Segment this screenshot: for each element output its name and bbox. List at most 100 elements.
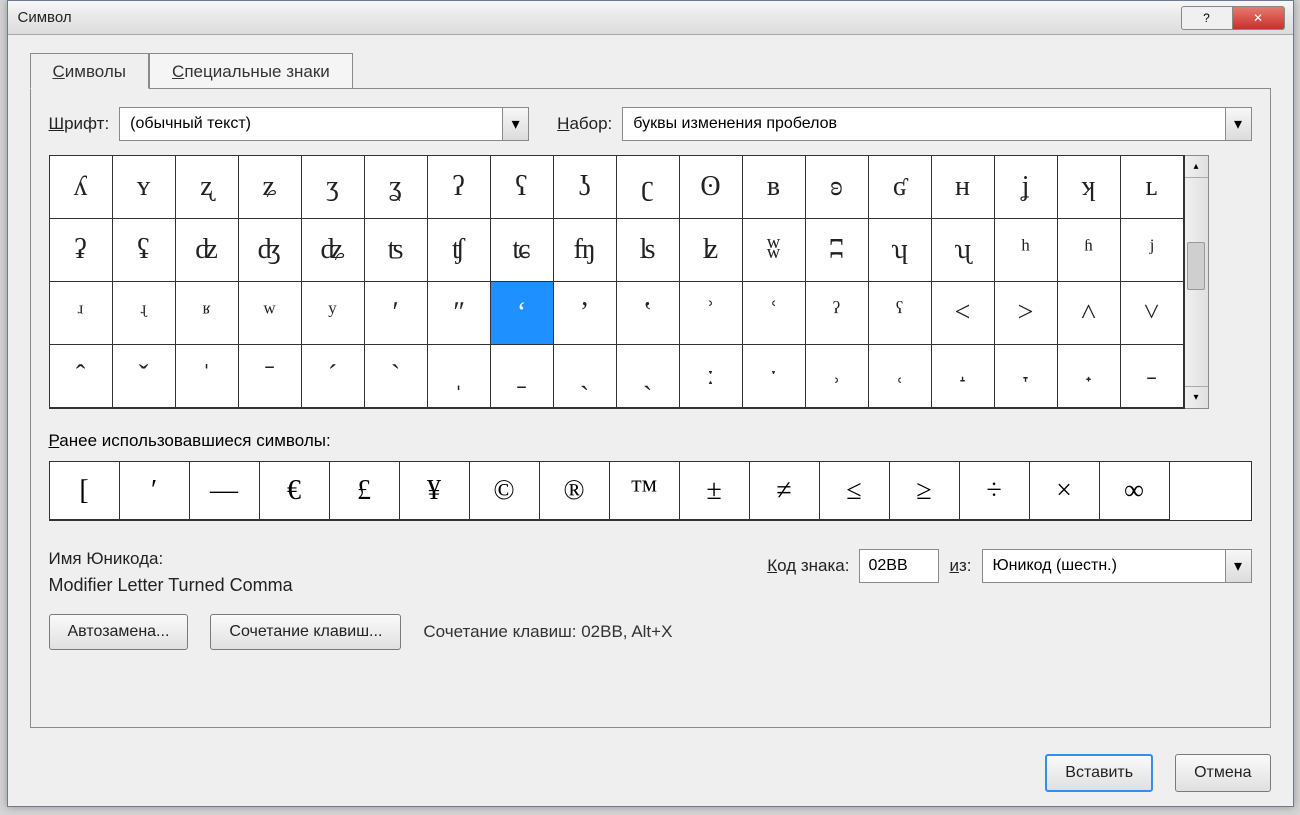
symbol-grid[interactable]: ʎʏʐʑʒʓʔʕʖʗʘʙʚʛʜʝʞʟʡʢʣʤʥʦʧʨʩʪʫʬʭʮʯʰʱʲʴʵʶʷ…: [49, 155, 1185, 409]
from-combo[interactable]: Юникод (шестн.) ▾: [982, 549, 1252, 583]
grid-scrollbar[interactable]: ▴ ▾: [1185, 155, 1209, 409]
recent-cell[interactable]: £: [330, 462, 400, 520]
symbol-cell[interactable]: ʰ: [995, 219, 1058, 282]
chevron-down-icon[interactable]: ▾: [1225, 550, 1251, 582]
symbol-cell[interactable]: ʬ: [743, 219, 806, 282]
symbol-cell[interactable]: ʴ: [50, 282, 113, 345]
symbol-cell[interactable]: ʵ: [113, 282, 176, 345]
symbol-cell[interactable]: ʩ: [554, 219, 617, 282]
symbol-cell[interactable]: ʻ: [491, 282, 554, 345]
symbol-cell[interactable]: ʤ: [239, 219, 302, 282]
recent-cell[interactable]: ≠: [750, 462, 820, 520]
recent-cell[interactable]: [: [50, 462, 120, 520]
tab-symbols[interactable]: Символы: [30, 53, 150, 89]
symbol-cell[interactable]: ʪ: [617, 219, 680, 282]
symbol-cell[interactable]: ʑ: [239, 156, 302, 219]
recent-cell[interactable]: ™: [610, 462, 680, 520]
symbol-cell[interactable]: ʝ: [995, 156, 1058, 219]
symbol-cell[interactable]: ʮ: [869, 219, 932, 282]
symbol-cell[interactable]: ʗ: [617, 156, 680, 219]
symbol-cell[interactable]: ˋ: [365, 345, 428, 408]
symbol-cell[interactable]: ʥ: [302, 219, 365, 282]
recent-cell[interactable]: ′: [120, 462, 190, 520]
symbol-cell[interactable]: ʹ: [365, 282, 428, 345]
shortcut-button[interactable]: Сочетание клавиш...: [210, 614, 401, 650]
symbol-cell[interactable]: ʟ: [1121, 156, 1184, 219]
recent-cell[interactable]: ®: [540, 462, 610, 520]
scroll-down-icon[interactable]: ▾: [1185, 386, 1208, 408]
symbol-cell[interactable]: ː: [680, 345, 743, 408]
recent-cell[interactable]: ×: [1030, 462, 1100, 520]
symbol-cell[interactable]: ˔: [932, 345, 995, 408]
symbol-cell[interactable]: ʫ: [680, 219, 743, 282]
recent-cell[interactable]: —: [190, 462, 260, 520]
symbol-cell[interactable]: ʯ: [932, 219, 995, 282]
recent-cell[interactable]: ©: [470, 462, 540, 520]
symbol-cell[interactable]: ʿ: [743, 282, 806, 345]
autocorrect-button[interactable]: Автозамена...: [49, 614, 189, 650]
symbol-cell[interactable]: ˊ: [302, 345, 365, 408]
help-button[interactable]: ?: [1181, 6, 1233, 30]
symbol-cell[interactable]: ʾ: [680, 282, 743, 345]
symbol-cell[interactable]: ʲ: [1121, 219, 1184, 282]
recent-grid[interactable]: [′—€£¥©®™±≠≤≥÷×∞: [49, 461, 1252, 521]
symbol-cell[interactable]: ʔ: [428, 156, 491, 219]
symbol-cell[interactable]: ʧ: [428, 219, 491, 282]
symbol-cell[interactable]: ʒ: [302, 156, 365, 219]
symbol-cell[interactable]: ˀ: [806, 282, 869, 345]
scroll-up-icon[interactable]: ▴: [1185, 156, 1208, 178]
chevron-down-icon[interactable]: ▾: [502, 108, 528, 140]
symbol-cell[interactable]: ʦ: [365, 219, 428, 282]
font-combo[interactable]: (обычный текст) ▾: [119, 107, 529, 141]
symbol-cell[interactable]: ˒: [806, 345, 869, 408]
symbol-cell[interactable]: ʽ: [617, 282, 680, 345]
symbol-cell[interactable]: ˎ: [554, 345, 617, 408]
symbol-cell[interactable]: ˉ: [239, 345, 302, 408]
recent-cell[interactable]: ≤: [820, 462, 890, 520]
symbol-cell[interactable]: ˄: [1058, 282, 1121, 345]
symbol-cell[interactable]: ˁ: [869, 282, 932, 345]
symbol-cell[interactable]: ʷ: [239, 282, 302, 345]
symbol-cell[interactable]: ˈ: [176, 345, 239, 408]
symbol-cell[interactable]: ʨ: [491, 219, 554, 282]
symbol-cell[interactable]: ʎ: [50, 156, 113, 219]
symbol-cell[interactable]: ʘ: [680, 156, 743, 219]
close-button[interactable]: ✕: [1233, 6, 1285, 30]
symbol-cell[interactable]: ʭ: [806, 219, 869, 282]
symbol-cell[interactable]: ˌ: [428, 345, 491, 408]
symbol-cell[interactable]: ʞ: [1058, 156, 1121, 219]
recent-cell[interactable]: ¥: [400, 462, 470, 520]
symbol-cell[interactable]: ʕ: [491, 156, 554, 219]
symbol-cell[interactable]: ˓: [869, 345, 932, 408]
symbol-cell[interactable]: ˂: [932, 282, 995, 345]
symbol-cell[interactable]: ˆ: [50, 345, 113, 408]
symbol-cell[interactable]: ˑ: [743, 345, 806, 408]
symbol-cell[interactable]: ˃: [995, 282, 1058, 345]
symbol-cell[interactable]: ˍ: [491, 345, 554, 408]
symbol-cell[interactable]: ʐ: [176, 156, 239, 219]
recent-cell[interactable]: ±: [680, 462, 750, 520]
symbol-cell[interactable]: ˖: [1058, 345, 1121, 408]
symbol-cell[interactable]: ʸ: [302, 282, 365, 345]
symbol-cell[interactable]: ʣ: [176, 219, 239, 282]
code-input[interactable]: [859, 549, 939, 583]
cancel-button[interactable]: Отмена: [1175, 754, 1270, 792]
chevron-down-icon[interactable]: ▾: [1225, 108, 1251, 140]
symbol-cell[interactable]: ʚ: [806, 156, 869, 219]
symbol-cell[interactable]: ʱ: [1058, 219, 1121, 282]
symbol-cell[interactable]: ʼ: [554, 282, 617, 345]
symbol-cell[interactable]: ˕: [995, 345, 1058, 408]
set-combo[interactable]: буквы изменения пробелов ▾: [622, 107, 1251, 141]
insert-button[interactable]: Вставить: [1045, 754, 1153, 792]
symbol-cell[interactable]: ˗: [1121, 345, 1184, 408]
scroll-thumb[interactable]: [1187, 242, 1205, 290]
symbol-cell[interactable]: ʏ: [113, 156, 176, 219]
recent-cell[interactable]: ≥: [890, 462, 960, 520]
symbol-cell[interactable]: ʙ: [743, 156, 806, 219]
recent-cell[interactable]: ∞: [1100, 462, 1170, 520]
recent-cell[interactable]: €: [260, 462, 330, 520]
symbol-cell[interactable]: ʖ: [554, 156, 617, 219]
recent-cell[interactable]: ÷: [960, 462, 1030, 520]
symbol-cell[interactable]: ˅: [1121, 282, 1184, 345]
symbol-cell[interactable]: ʡ: [50, 219, 113, 282]
